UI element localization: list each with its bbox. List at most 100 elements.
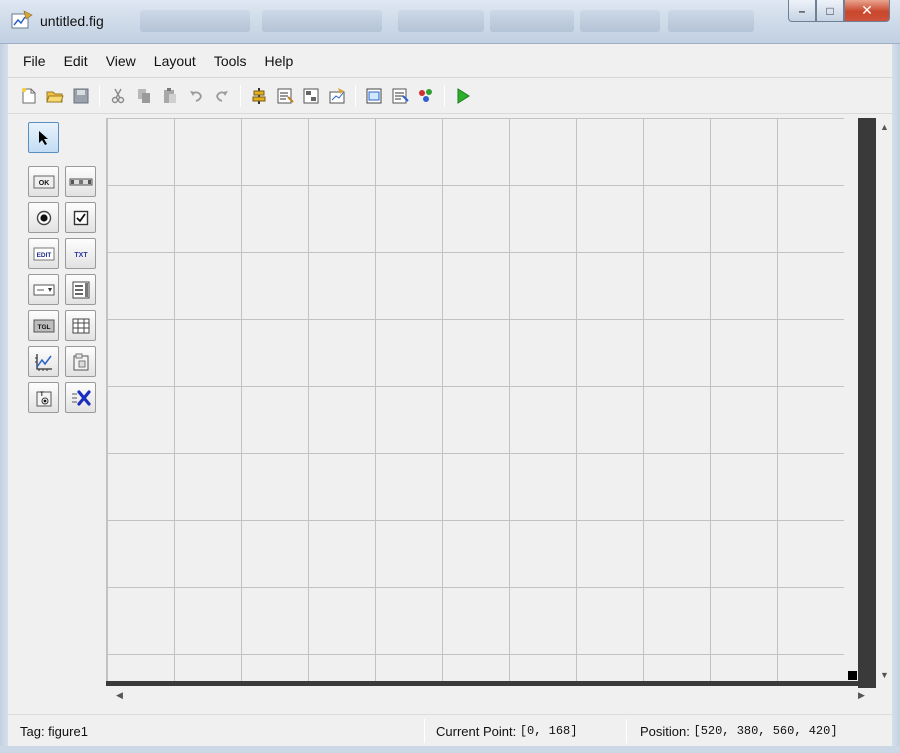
button-group-tool[interactable]: T: [28, 382, 59, 413]
current-point-label: Current Point:: [436, 723, 517, 739]
figure-resize-handle[interactable]: [848, 671, 857, 680]
status-divider: [626, 719, 627, 743]
toolbar-separator: [355, 84, 356, 107]
menu-editor-icon: [277, 88, 294, 103]
layout-grid-canvas[interactable]: [106, 118, 844, 685]
scroll-right-icon[interactable]: ▶: [858, 690, 865, 701]
save-icon: [73, 88, 89, 103]
panel-tool[interactable]: [65, 346, 96, 377]
radio-button-icon: [36, 210, 51, 225]
maximize-button[interactable]: □: [816, 0, 844, 22]
listbox-icon: [72, 281, 89, 298]
toggle-button-icon-label: TGL: [37, 324, 50, 331]
copy-button[interactable]: [131, 83, 157, 109]
background-decoration: [490, 10, 574, 32]
current-point-value: [0, 168]: [519, 724, 578, 738]
background-decoration: [140, 10, 250, 32]
paste-button[interactable]: [157, 83, 183, 109]
table-tool[interactable]: [65, 310, 96, 341]
check-box-icon: [73, 210, 88, 225]
vertical-scrollbar[interactable]: ▲ ▼: [876, 118, 892, 690]
property-inspector-icon: [392, 88, 409, 103]
panel-icon: [73, 353, 88, 370]
background-decoration: [580, 10, 660, 32]
open-button[interactable]: [42, 83, 68, 109]
scroll-left-icon[interactable]: ◀: [116, 690, 123, 701]
background-decoration: [262, 10, 382, 32]
menu-help[interactable]: Help: [256, 53, 303, 69]
activex-icon: [71, 389, 91, 406]
scroll-up-icon[interactable]: ▲: [880, 122, 889, 132]
static-text-icon-label: TXT: [74, 252, 88, 259]
object-browser-icon: [419, 88, 432, 102]
check-box-tool[interactable]: [65, 202, 96, 233]
cut-button[interactable]: [105, 83, 131, 109]
popup-menu-icon: [33, 284, 54, 295]
new-icon: [21, 87, 36, 103]
redo-button[interactable]: [209, 83, 235, 109]
menu-file[interactable]: File: [14, 53, 55, 69]
activex-control-tool[interactable]: [65, 382, 96, 413]
listbox-tool[interactable]: [65, 274, 96, 305]
open-icon: [46, 91, 64, 102]
axes-icon: [34, 353, 52, 371]
figure-file-icon: [11, 10, 33, 29]
status-position: Position: [520, 380, 560, 420]: [640, 715, 838, 747]
button-group-icon: T: [36, 391, 51, 406]
property-inspector-button[interactable]: [387, 83, 413, 109]
menu-view[interactable]: View: [97, 53, 145, 69]
status-bar: Tag: figure1 Current Point: [0, 168] Pos…: [8, 714, 892, 746]
undo-button[interactable]: [183, 83, 209, 109]
editor-button[interactable]: [361, 83, 387, 109]
menu-editor-button[interactable]: [272, 83, 298, 109]
redo-icon: [216, 90, 228, 102]
window-controls: – □ ✕: [788, 0, 890, 22]
position-label: Position:: [640, 723, 690, 739]
position-value: [520, 380, 560, 420]: [693, 724, 838, 738]
layout-editor-area: OK EDIT TXT TGL T ▲ ▼ ◀ ▶: [8, 114, 892, 714]
toolbar-separator: [444, 84, 445, 107]
figure-border-right: [858, 118, 876, 690]
run-figure-button[interactable]: [450, 83, 476, 109]
copy-icon: [138, 88, 150, 103]
toggle-button-tool[interactable]: TGL: [28, 310, 59, 341]
toolbar-separator: [99, 84, 100, 107]
toolbar-editor-icon: [329, 87, 345, 103]
axes-tool[interactable]: [28, 346, 59, 377]
static-text-tool[interactable]: TXT: [65, 238, 96, 269]
push-button-icon-label: OK: [38, 180, 49, 187]
scroll-down-icon[interactable]: ▼: [880, 670, 889, 680]
background-decoration: [668, 10, 754, 32]
edit-text-tool[interactable]: EDIT: [28, 238, 59, 269]
close-button[interactable]: ✕: [844, 0, 890, 22]
popup-menu-tool[interactable]: [28, 274, 59, 305]
svg-text:T: T: [40, 392, 44, 398]
save-button[interactable]: [68, 83, 94, 109]
status-divider: [424, 719, 425, 743]
menu-layout[interactable]: Layout: [145, 53, 205, 69]
tab-order-editor-icon: [303, 88, 319, 103]
toolbar-editor-button[interactable]: [324, 83, 350, 109]
editor-icon: [366, 88, 382, 103]
menu-bar: File Edit View Layout Tools Help: [8, 44, 892, 78]
radio-button-tool[interactable]: [28, 202, 59, 233]
push-button-tool[interactable]: OK: [28, 166, 59, 197]
undo-icon: [190, 90, 202, 102]
align-objects-button[interactable]: [246, 83, 272, 109]
tab-order-editor-button[interactable]: [298, 83, 324, 109]
horizontal-scrollbar[interactable]: ◀ ▶: [106, 688, 876, 704]
window-frame-bottom: [0, 746, 900, 753]
object-browser-button[interactable]: [413, 83, 439, 109]
window-title: untitled.fig: [40, 13, 104, 29]
slider-tool[interactable]: [65, 166, 96, 197]
cut-icon: [111, 88, 125, 103]
menu-tools[interactable]: Tools: [205, 53, 256, 69]
status-current-point: Current Point: [0, 168]: [436, 715, 577, 747]
align-objects-icon: [252, 87, 266, 104]
menu-edit[interactable]: Edit: [55, 53, 97, 69]
minimize-button[interactable]: –: [788, 0, 816, 22]
new-button[interactable]: [16, 83, 42, 109]
window-title-bar[interactable]: untitled.fig – □ ✕: [0, 0, 900, 44]
push-button-icon: OK: [33, 175, 54, 188]
select-tool-button[interactable]: [28, 122, 59, 153]
